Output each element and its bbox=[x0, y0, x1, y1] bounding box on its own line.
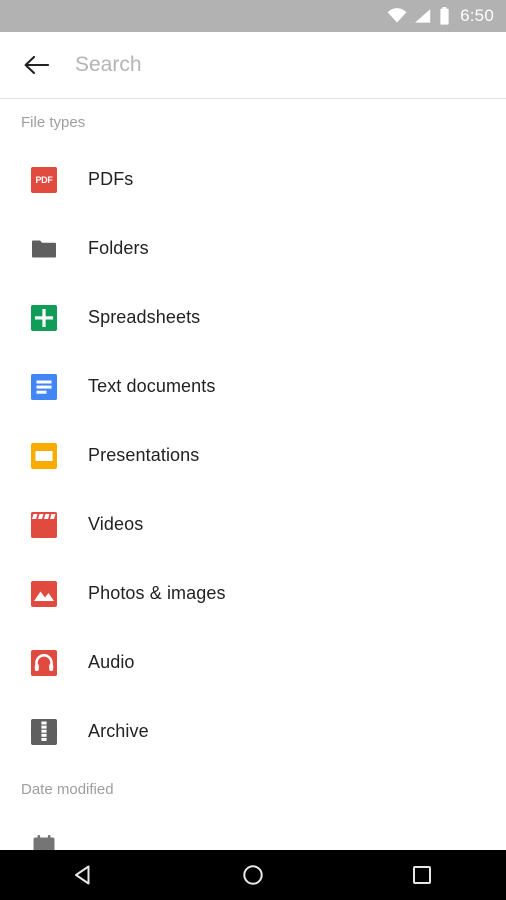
search-bar bbox=[0, 32, 506, 98]
android-nav-bar bbox=[0, 850, 506, 900]
list-item-label: Folders bbox=[88, 238, 149, 258]
pdf-badge-label: PDF bbox=[35, 174, 53, 185]
section-header-file-types: File types bbox=[21, 113, 86, 131]
filters-list[interactable]: File types PDF PDFs Folders Spreadsheets… bbox=[0, 99, 506, 850]
app-root: 6:50 File types PDF PDFs bbox=[0, 0, 506, 900]
folder-icon bbox=[31, 236, 57, 262]
search-input[interactable] bbox=[75, 53, 506, 77]
section-header-date-modified: Date modified bbox=[21, 780, 114, 798]
calendar-icon bbox=[31, 834, 57, 850]
home-circle-icon[interactable] bbox=[169, 850, 338, 900]
photo-image-icon bbox=[31, 580, 57, 607]
list-item[interactable]: Text documents bbox=[0, 352, 506, 421]
recents-square-icon[interactable] bbox=[337, 850, 506, 900]
pdf-file-icon: PDF bbox=[31, 166, 57, 193]
list-item[interactable] bbox=[0, 812, 506, 850]
list-item-label: Spreadsheets bbox=[88, 307, 201, 327]
back-triangle-icon[interactable] bbox=[0, 850, 169, 900]
list-item-label: Audio bbox=[88, 652, 135, 672]
list-item[interactable]: Spreadsheets bbox=[0, 283, 506, 352]
list-item[interactable]: Archive bbox=[0, 697, 506, 766]
list-item-label: Presentations bbox=[88, 445, 200, 465]
list-item-label: Text documents bbox=[88, 376, 216, 396]
list-item[interactable]: Audio bbox=[0, 628, 506, 697]
list-item[interactable]: Folders bbox=[0, 214, 506, 283]
battery-icon bbox=[440, 7, 449, 25]
list-item-label: Archive bbox=[88, 721, 149, 741]
list-item[interactable]: Photos & images bbox=[0, 559, 506, 628]
list-item[interactable]: PDF PDFs bbox=[0, 145, 506, 214]
cell-signal-icon bbox=[415, 9, 431, 23]
video-clapperboard-icon bbox=[31, 511, 57, 538]
status-bar: 6:50 bbox=[0, 0, 506, 32]
text-document-icon bbox=[31, 373, 57, 400]
audio-headphones-icon bbox=[31, 649, 57, 676]
archive-zip-icon bbox=[31, 718, 57, 745]
presentation-icon bbox=[31, 442, 57, 469]
list-item[interactable]: Videos bbox=[0, 490, 506, 559]
list-item-label: Videos bbox=[88, 514, 144, 534]
list-item-label: PDFs bbox=[88, 169, 134, 189]
status-bar-clock: 6:50 bbox=[460, 6, 494, 25]
list-item-label: Photos & images bbox=[88, 583, 226, 603]
list-item[interactable]: Presentations bbox=[0, 421, 506, 490]
back-arrow-icon[interactable] bbox=[8, 37, 64, 93]
wifi-icon bbox=[387, 8, 407, 23]
spreadsheet-icon bbox=[31, 304, 57, 331]
